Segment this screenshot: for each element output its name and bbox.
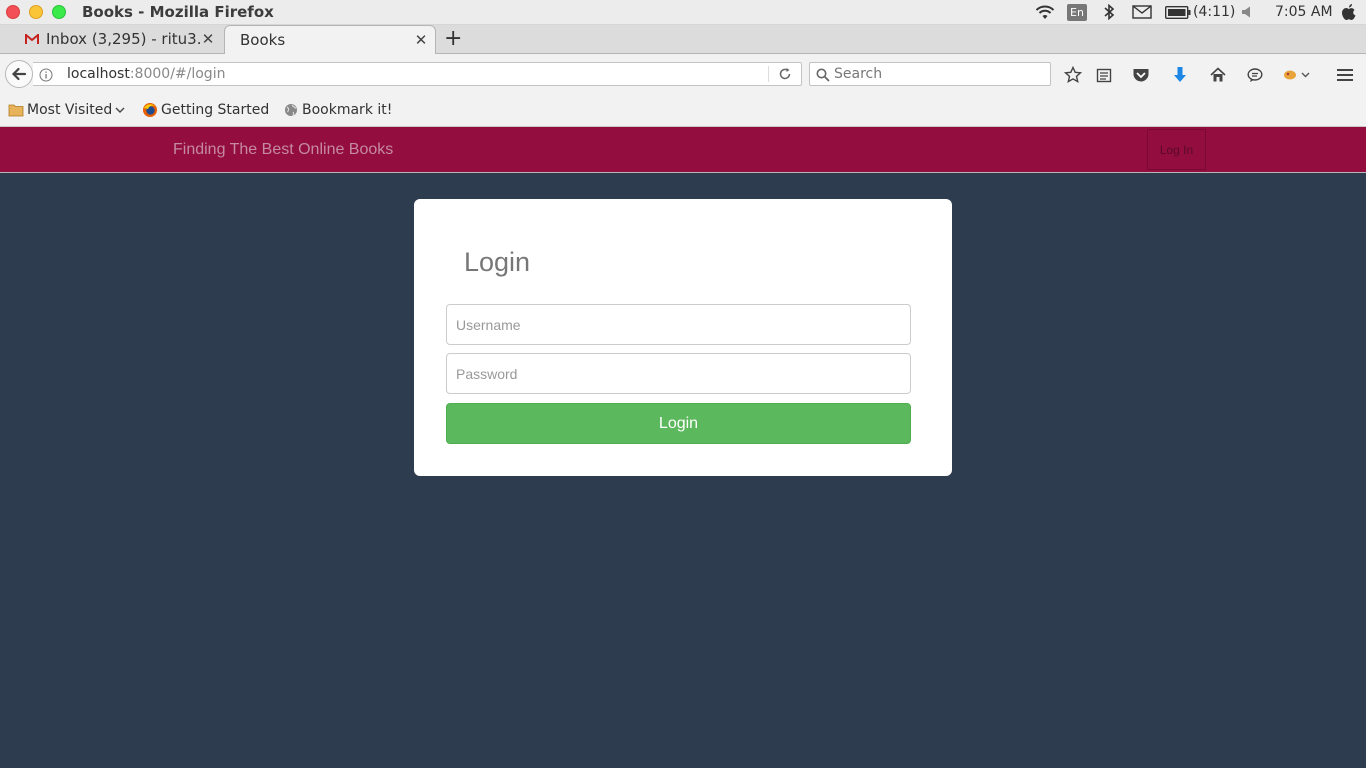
tab-inbox[interactable]: Inbox (3,295) - ritu3… ✕ [18,25,222,53]
username-field[interactable] [446,304,911,345]
search-input[interactable] [834,65,1044,83]
tab-strip: Inbox (3,295) - ritu3… ✕ Books ✕ + [0,25,1366,54]
gmail-icon [24,31,40,47]
window-titlebar: Books - Mozilla Firefox En (4:11) 7:05 A… [0,0,1366,25]
url-text[interactable]: localhost:8000/#/login [67,66,225,82]
hamburger-menu-icon[interactable] [1336,66,1354,84]
battery-time: (4:11) [1193,4,1236,20]
tab-close-icon[interactable]: ✕ [413,31,429,49]
clock[interactable]: 7:05 AM [1275,4,1333,20]
wifi-icon[interactable] [1035,4,1055,20]
pocket-icon[interactable] [1132,66,1150,84]
password-field[interactable] [446,353,911,394]
firefox-icon [142,102,158,118]
new-tab-button[interactable]: + [444,27,462,51]
reload-icon[interactable] [777,66,793,82]
battery-icon[interactable] [1165,4,1191,20]
site-brand[interactable]: Finding The Best Online Books [173,141,393,159]
keyboard-layout-indicator[interactable]: En [1067,3,1087,21]
bookmark-most-visited[interactable]: Most Visited [8,101,125,119]
back-button[interactable] [5,60,33,88]
bookmarks-toolbar: Most Visited Getting Started Bookmark it… [0,94,1366,127]
bookmark-bookmark-it[interactable]: Bookmark it! [283,101,392,119]
tab-close-icon[interactable]: ✕ [200,30,216,48]
search-icon [816,67,830,82]
chevron-down-icon [115,106,125,114]
home-icon[interactable] [1209,66,1227,84]
globe-icon [283,102,299,118]
tab-label: Books [240,31,286,49]
download-icon[interactable] [1171,66,1189,84]
window-minimize-button[interactable] [29,5,43,19]
volume-icon[interactable] [1240,4,1252,20]
extension-menu-icon[interactable] [1282,66,1312,84]
window-close-button[interactable] [6,5,20,19]
window-title: Books - Mozilla Firefox [82,3,274,21]
chat-icon[interactable] [1246,66,1264,84]
window-maximize-button[interactable] [52,5,66,19]
tab-label: Inbox (3,295) - ritu3… [46,30,200,48]
bookmark-getting-started[interactable]: Getting Started [142,101,269,119]
mail-icon[interactable] [1131,4,1153,20]
navigation-toolbar: localhost:8000/#/login [0,54,1366,94]
folder-icon [8,102,24,118]
url-bar[interactable]: localhost:8000/#/login [33,62,802,86]
tab-books[interactable]: Books ✕ [224,25,436,54]
reading-list-icon[interactable] [1095,66,1113,84]
url-divider [768,66,769,82]
bluetooth-icon[interactable] [1102,4,1116,20]
login-card: Login Login [414,199,952,476]
header-login-link[interactable]: Log In [1147,129,1206,170]
site-header: Finding The Best Online Books Log In [0,127,1366,173]
info-icon[interactable] [39,67,53,82]
bookmark-star-icon[interactable] [1064,66,1082,84]
search-bar[interactable] [809,62,1051,86]
login-submit-button[interactable]: Login [446,403,911,444]
back-arrow-icon [11,67,27,81]
login-title: Login [464,247,531,277]
apple-icon[interactable] [1340,4,1358,20]
